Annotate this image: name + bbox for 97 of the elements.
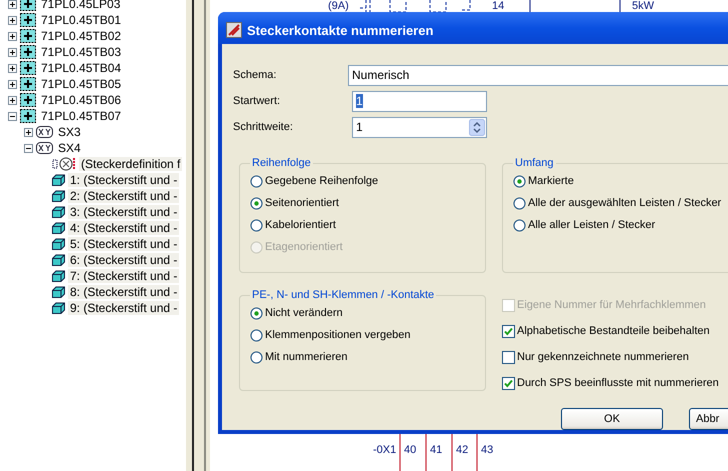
field-label: Schema: (233, 69, 278, 81)
schematic-label: 14 (492, 0, 504, 12)
tree-item[interactable]: 1: (Steckerstift und - (68, 173, 180, 187)
terminal-label: 43 (481, 444, 494, 456)
tree-item[interactable]: 71PL0.45TB04 (39, 61, 124, 75)
expand-icon[interactable] (8, 48, 17, 56)
dialog-button[interactable]: Abbr (689, 408, 728, 430)
terminal-label: 40 (404, 444, 416, 456)
radio-button[interactable] (513, 196, 526, 210)
field-label: Schrittweite: (233, 121, 294, 133)
radio-label: Gegebene Reihenfolge (265, 175, 378, 187)
cube-icon (52, 270, 65, 282)
tree-item[interactable]: 71PL0.45TB03 (39, 45, 124, 59)
tree-item[interactable]: SX4 (56, 141, 83, 155)
tree-item[interactable]: 71PL0.45TB06 (39, 93, 124, 107)
terminal-strip-icon (20, 109, 36, 123)
tree-item[interactable]: SX3 (56, 125, 83, 139)
radio-label: Alle der ausgewählten Leisten / Stecker (528, 197, 722, 209)
checkbox-label: Eigene Nummer für Mehrfachklemmen (517, 299, 706, 311)
tree-item[interactable]: 71PL0.45TB05 (39, 77, 124, 91)
tree-item[interactable]: 71PL0.45TB02 (39, 29, 124, 43)
expand-icon[interactable] (24, 128, 33, 136)
radio-label: Mit nummerieren (265, 351, 348, 363)
checkbox[interactable] (502, 376, 515, 390)
checkbox-label: Alphabetische Bestandteile beibehalten (517, 325, 710, 337)
xy-plug-icon (36, 142, 53, 154)
checkbox-label: Nur gekennzeichnete nummerieren (517, 351, 689, 363)
field-label: Startwert: (233, 95, 282, 107)
radio-label: Markierte (528, 175, 574, 187)
cube-icon (52, 238, 65, 250)
terminal-strip-icon (20, 61, 36, 75)
radio-button[interactable] (513, 218, 526, 232)
terminal-strip-icon (20, 29, 36, 43)
input-field[interactable]: 1 (352, 90, 487, 112)
cube-icon (52, 286, 65, 298)
plug-definition-icon (52, 157, 76, 171)
cube-icon (52, 190, 65, 202)
schema-dropdown[interactable]: Numerisch (348, 64, 728, 86)
checkbox[interactable] (502, 350, 515, 364)
terminal-label: 42 (456, 444, 468, 456)
tree-item[interactable]: 6: (Steckerstift und - (68, 253, 180, 267)
terminal-strip-icon (20, 13, 36, 27)
group-title: Umfang (514, 157, 555, 169)
terminal-strip-icon (20, 45, 36, 59)
collapse-icon[interactable] (24, 144, 33, 152)
tree-item[interactable]: 71PL0.45TB07 (39, 109, 124, 123)
cube-icon (52, 254, 65, 266)
expand-icon[interactable] (8, 16, 17, 24)
group-title: PE-, N- und SH-Klemmen / -Kontakte (251, 289, 436, 301)
radio-button[interactable] (250, 218, 263, 232)
radio-button[interactable] (513, 174, 526, 188)
radio-button[interactable] (250, 196, 263, 210)
terminal-strip-icon (20, 93, 36, 107)
cube-icon (52, 302, 65, 314)
radio-button[interactable] (250, 350, 263, 364)
group-title: Reihenfolge (251, 157, 312, 169)
terminal-label: 41 (430, 444, 442, 456)
tree-item[interactable]: 8: (Steckerstift und - (68, 285, 180, 299)
tree-item[interactable]: 71PL0.45TB01 (39, 13, 124, 27)
radio-label: Kabelorientiert (265, 219, 336, 231)
expand-icon[interactable] (8, 96, 17, 104)
spin-field[interactable]: 1 (352, 116, 487, 138)
cube-icon (52, 206, 65, 218)
xy-plug-icon (36, 126, 53, 138)
ok-button[interactable]: OK (561, 408, 663, 430)
tree-item[interactable]: 7: (Steckerstift und - (68, 269, 180, 283)
dialog-title: Steckerkontakte nummerieren (247, 22, 434, 38)
tree-item[interactable]: 2: (Steckerstift und - (68, 189, 180, 203)
checkbox[interactable] (502, 324, 515, 338)
spinner-icon[interactable] (469, 118, 485, 136)
radio-button[interactable] (250, 306, 263, 320)
expand-icon[interactable] (8, 32, 17, 40)
tree-item[interactable]: (Steckerdefinition f (79, 157, 182, 171)
radio-label: Nicht verändern (265, 307, 343, 319)
radio-button[interactable] (250, 328, 263, 342)
tree-item[interactable]: 4: (Steckerstift und - (68, 221, 180, 235)
radio-label: Etagenorientiert (265, 241, 343, 253)
radio-label: Seitenorientiert (265, 197, 339, 209)
schematic-label: 5kW (632, 0, 654, 12)
radio-button[interactable] (250, 174, 263, 188)
tree-item[interactable]: 3: (Steckerstift und - (68, 205, 180, 219)
terminal-strip-icon (20, 77, 36, 91)
checkbox-label: Durch SPS beeinflusste mit nummerieren (517, 377, 719, 389)
radio-label: Alle aller Leisten / Stecker (528, 219, 656, 231)
terminal-strip-icon (20, 0, 36, 11)
terminal-strip-label: -0X1 (373, 444, 396, 456)
expand-icon[interactable] (8, 0, 17, 8)
expand-icon[interactable] (8, 80, 17, 88)
app-icon (226, 22, 242, 38)
tree-item[interactable]: 5: (Steckerstift und - (68, 237, 180, 251)
schematic-label: (9A) (328, 0, 349, 12)
radio-label: Klemmenpositionen vergeben (265, 329, 411, 341)
cube-icon (52, 174, 65, 186)
expand-icon[interactable] (8, 64, 17, 72)
collapse-icon[interactable] (8, 112, 17, 120)
tree-item[interactable]: 9: (Steckerstift und - (68, 301, 180, 315)
cube-icon (52, 222, 65, 234)
